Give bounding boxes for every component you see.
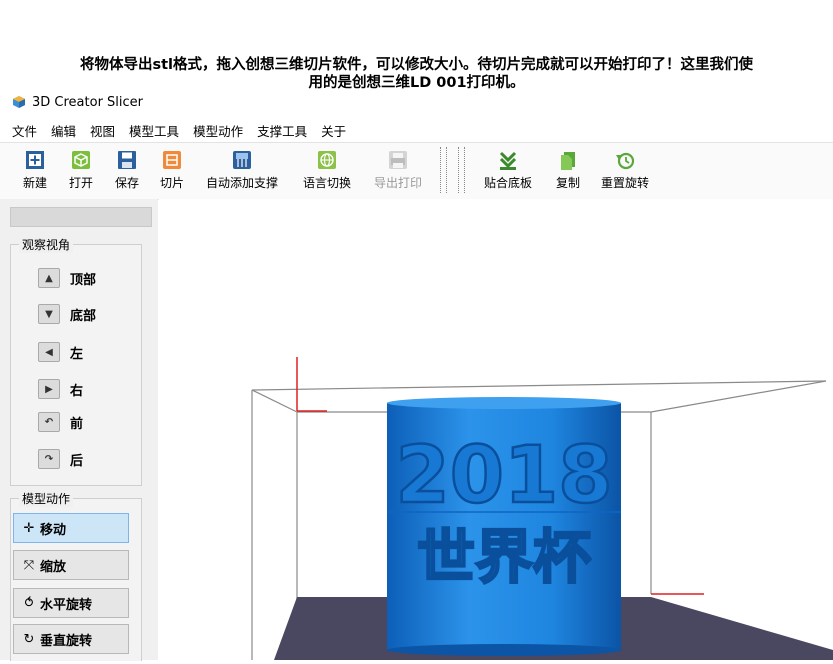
view-angle-title: 观察视角	[19, 236, 74, 253]
scale-button[interactable]: ⤧ 缩放	[13, 550, 129, 580]
slice-button[interactable]: 切片	[160, 149, 184, 191]
reset-rotation-button[interactable]: 重置旋转	[601, 149, 649, 191]
language-button[interactable]: 语言切换	[303, 149, 351, 191]
auto-support-button[interactable]: 自动添加支撑	[206, 149, 278, 191]
view-top-icon: ▲	[38, 268, 60, 288]
move-icon: ✛	[23, 520, 35, 536]
model-year-text: 2018	[395, 431, 612, 521]
copy-label: 复制	[556, 176, 581, 190]
save-icon	[118, 151, 136, 169]
reset-rotation-icon	[616, 152, 635, 170]
snap-bed-button[interactable]: 贴合底板	[484, 149, 532, 191]
menu-edit[interactable]: 编辑	[51, 121, 76, 140]
view-right-label: 右	[70, 383, 84, 399]
move-label: 移动	[40, 522, 67, 538]
sidebar-header-bar	[10, 207, 152, 227]
view-left-label: 左	[70, 346, 84, 362]
app-logo-icon	[13, 96, 25, 108]
model-words-text: 世界杯	[417, 523, 591, 591]
reset-rotation-label: 重置旋转	[601, 176, 650, 190]
view-front-label: 前	[70, 416, 84, 432]
window-title-bar: 3D Creator Slicer	[12, 93, 143, 111]
view-left-icon: ◀	[38, 342, 60, 362]
export-print-label: 导出打印	[374, 176, 423, 190]
view-bottom-label: 底部	[70, 308, 97, 324]
view-top-button[interactable]: ▲ 顶部	[38, 268, 96, 288]
snap-down-icon	[499, 151, 517, 170]
view-back-icon: ↷	[38, 449, 60, 469]
model-action-title: 模型动作	[19, 490, 74, 507]
save-label: 保存	[115, 176, 140, 190]
model-cylinder[interactable]: 2018 世界杯	[387, 397, 621, 656]
toolbar-separator	[458, 147, 459, 193]
view-back-label: 后	[70, 453, 84, 469]
open-icon	[72, 151, 90, 169]
view-right-button[interactable]: ▶ 右	[38, 379, 83, 399]
horizontal-rotate-label: 水平旋转	[40, 597, 93, 613]
toolbar-separator	[446, 147, 447, 193]
scale-label: 缩放	[40, 559, 67, 575]
vertical-rotate-label: 垂直旋转	[40, 633, 93, 649]
view-left-button[interactable]: ◀ 左	[38, 342, 83, 362]
view-front-icon: ↶	[38, 412, 60, 432]
new-button[interactable]: 新建	[23, 149, 47, 191]
view-front-button[interactable]: ↶ 前	[38, 412, 83, 432]
toolbar: 新建 打开 保存 切片 自动添加支撑 语言切换 导出打印 贴合底板 复制 重置旋…	[0, 142, 833, 200]
view-bottom-icon: ▼	[38, 304, 60, 324]
3d-viewport[interactable]: 2018 世界杯	[159, 199, 833, 660]
view-back-button[interactable]: ↷ 后	[38, 449, 83, 469]
vertical-rotate-icon: ↻	[23, 631, 35, 647]
globe-icon	[318, 151, 336, 169]
menu-support-tools[interactable]: 支撑工具	[257, 121, 307, 140]
menu-model-tools[interactable]: 模型工具	[129, 121, 179, 140]
caption-line-1: 将物体导出stl格式，拖入创想三维切片软件，可以修改大小。待切片完成就可以开始打…	[79, 57, 754, 73]
new-label: 新建	[23, 176, 48, 190]
view-right-icon: ▶	[38, 379, 60, 399]
auto-support-label: 自动添加支撑	[206, 176, 279, 190]
open-button[interactable]: 打开	[69, 149, 93, 191]
vertical-rotate-button[interactable]: ↻ 垂直旋转	[13, 624, 129, 654]
horizontal-rotate-icon: ⥀	[24, 595, 34, 611]
caption-line-2: 用的是创想三维LD 001打印机。	[308, 75, 525, 91]
export-print-button[interactable]: 导出打印	[374, 149, 422, 191]
menu-bar: 文件 编辑 视图 模型工具 模型动作 支撑工具 关于	[12, 120, 360, 140]
slice-label: 切片	[160, 176, 185, 190]
language-label: 语言切换	[303, 176, 352, 190]
toolbar-separator	[464, 147, 465, 193]
printer-icon	[389, 151, 407, 169]
support-icon	[233, 151, 251, 169]
scale-icon: ⤧	[23, 557, 35, 573]
horizontal-rotate-button[interactable]: ⥀ 水平旋转	[13, 588, 129, 618]
left-sidebar: 观察视角 ▲ 顶部 ▼ 底部 ◀ 左 ▶ 右 ↶ 前 ↷ 后 模型动作 ✛ 移动…	[0, 199, 158, 661]
toolbar-separator	[440, 147, 441, 193]
caption-text: 将物体导出stl格式，拖入创想三维切片软件，可以修改大小。待切片完成就可以开始打…	[0, 56, 833, 92]
view-bottom-button[interactable]: ▼ 底部	[38, 304, 96, 324]
slice-icon	[163, 151, 181, 169]
save-button[interactable]: 保存	[115, 149, 139, 191]
menu-model-actions[interactable]: 模型动作	[193, 121, 243, 140]
copy-button[interactable]: 复制	[556, 149, 580, 191]
copy-icon	[561, 152, 575, 170]
viewport-canvas[interactable]: 2018 世界杯	[159, 199, 833, 660]
menu-file[interactable]: 文件	[12, 121, 37, 140]
window-title: 3D Creator Slicer	[32, 94, 144, 110]
menu-about[interactable]: 关于	[321, 121, 346, 140]
view-top-label: 顶部	[70, 272, 97, 288]
move-button[interactable]: ✛ 移动	[13, 513, 129, 543]
menu-view[interactable]: 视图	[90, 121, 115, 140]
open-label: 打开	[69, 176, 94, 190]
new-file-icon	[26, 151, 44, 169]
snap-bed-label: 贴合底板	[484, 176, 533, 190]
